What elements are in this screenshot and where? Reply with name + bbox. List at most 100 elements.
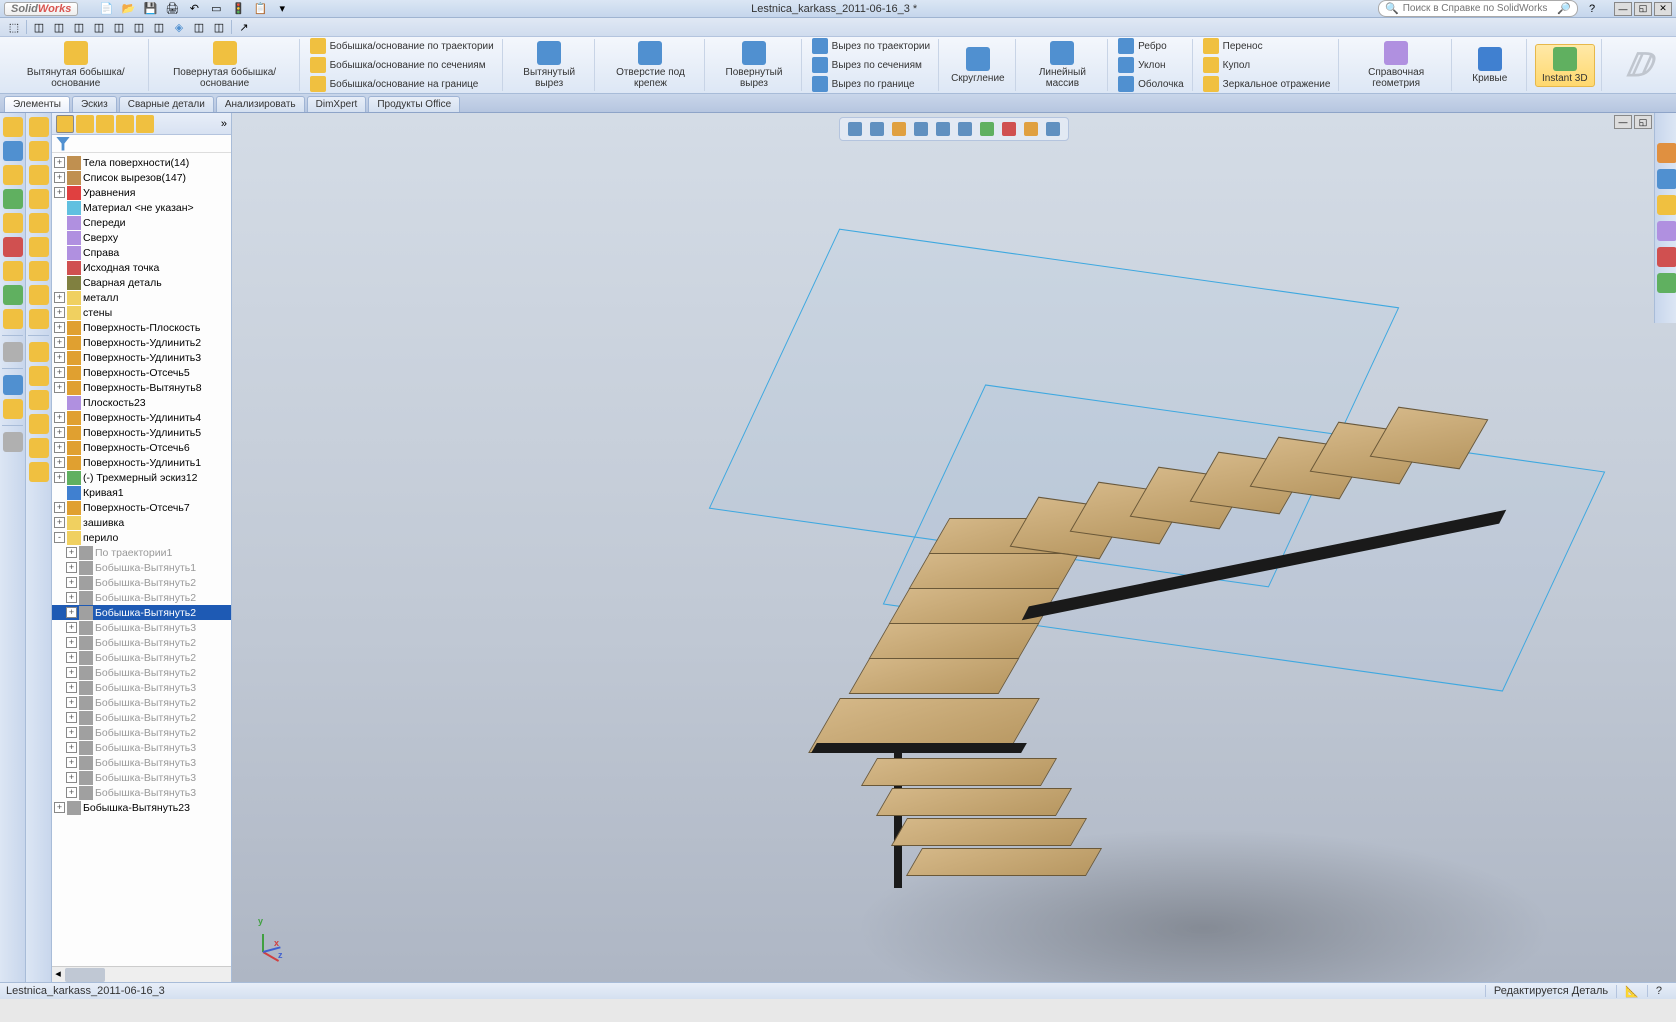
status-custom-icon[interactable]: ? <box>1647 985 1670 997</box>
search-input[interactable] <box>1403 3 1554 14</box>
cube8-icon[interactable]: ◫ <box>191 19 207 35</box>
taskpane-view-palette-icon[interactable] <box>1657 221 1676 241</box>
rail-icon[interactable] <box>3 342 23 362</box>
tree-expander[interactable]: + <box>66 562 77 573</box>
help-search[interactable]: 🔍 🔎 <box>1378 0 1578 17</box>
rail-icon[interactable] <box>3 309 23 329</box>
section-icon[interactable] <box>912 120 930 138</box>
tree-expander[interactable]: + <box>66 697 77 708</box>
tree-item[interactable]: +Бобышка-Вытянуть2 <box>52 635 231 650</box>
tree-item[interactable]: Исходная точка <box>52 260 231 275</box>
tree-expander[interactable]: + <box>66 652 77 663</box>
fillet-button[interactable]: Скругление <box>947 45 1009 86</box>
help-button[interactable]: ? <box>1584 1 1600 17</box>
tree-expander[interactable]: + <box>54 502 65 513</box>
tree-expander[interactable]: + <box>54 307 65 318</box>
tree-expander[interactable]: + <box>54 172 65 183</box>
3d-viewport[interactable]: — ◱ ✕ <box>232 113 1676 982</box>
tree-item[interactable]: +Поверхность-Удлинить5 <box>52 425 231 440</box>
doc-restore-button[interactable]: ◱ <box>1634 115 1652 129</box>
instant-3d-button[interactable]: Instant 3D <box>1535 44 1595 87</box>
tree-item[interactable]: +Поверхность-Удлинить2 <box>52 335 231 350</box>
orient-icon[interactable]: ⬚ <box>6 19 22 35</box>
tree-item[interactable]: +Бобышка-Вытянуть3 <box>52 620 231 635</box>
cube4-icon[interactable]: ◫ <box>91 19 107 35</box>
swept-boss-button[interactable]: Бобышка/основание по траектории <box>308 37 496 55</box>
extrude-cut-button[interactable]: Вытянутый вырез <box>511 39 588 91</box>
tree-item[interactable]: +Бобышка-Вытянуть2 <box>52 725 231 740</box>
hide-show-icon[interactable] <box>978 120 996 138</box>
revolve-cut-button[interactable]: Повернутый вырез <box>713 39 794 91</box>
ref-geometry-button[interactable]: Справочная геометрия <box>1347 39 1444 91</box>
swept-cut-button[interactable]: Вырез по траектории <box>810 37 932 55</box>
tree-item[interactable]: +Бобышка-Вытянуть2 <box>52 665 231 680</box>
rail-icon[interactable] <box>29 414 49 434</box>
doc-minimize-button[interactable]: — <box>1614 115 1632 129</box>
tree-tab-feature-icon[interactable] <box>56 115 74 133</box>
tree-tab-property-icon[interactable] <box>76 115 94 133</box>
revolve-boss-button[interactable]: Повернутая бобышка/основание <box>157 39 293 91</box>
tree-expand-icon[interactable]: » <box>221 118 227 130</box>
tab-features[interactable]: Элементы <box>4 96 70 112</box>
tree-item[interactable]: +Тела поверхности(14) <box>52 155 231 170</box>
linear-pattern-button[interactable]: Линейный массив <box>1024 39 1102 91</box>
tab-sketch[interactable]: Эскиз <box>72 96 117 112</box>
tree-item[interactable]: Кривая1 <box>52 485 231 500</box>
cube5-icon[interactable]: ◫ <box>111 19 127 35</box>
tree-expander[interactable]: + <box>66 727 77 738</box>
tree-expander[interactable]: + <box>66 547 77 558</box>
tree-item[interactable]: Справа <box>52 245 231 260</box>
tree-item[interactable]: Материал <не указан> <box>52 200 231 215</box>
tree-item[interactable]: +Бобышка-Вытянуть3 <box>52 770 231 785</box>
tree-item[interactable]: +Бобышка-Вытянуть2 <box>52 650 231 665</box>
tree-item[interactable]: +металл <box>52 290 231 305</box>
tree-item[interactable]: +Бобышка-Вытянуть3 <box>52 680 231 695</box>
tab-office[interactable]: Продукты Office <box>368 96 460 112</box>
undo-button[interactable]: ↶ <box>186 1 202 17</box>
tab-dimxpert[interactable]: DimXpert <box>307 96 367 112</box>
cube6-icon[interactable]: ◫ <box>131 19 147 35</box>
rail-icon[interactable] <box>3 399 23 419</box>
options-button[interactable]: 📋 <box>252 1 268 17</box>
shell-button[interactable]: Оболочка <box>1116 75 1186 93</box>
close-button[interactable]: ✕ <box>1654 2 1672 16</box>
cube9-icon[interactable]: ◫ <box>211 19 227 35</box>
tree-expander[interactable]: + <box>54 187 65 198</box>
status-unit-icon[interactable]: 📐 <box>1616 985 1647 998</box>
tree-expander[interactable]: + <box>54 352 65 363</box>
mirror-button[interactable]: Зеркальное отражение <box>1201 75 1333 93</box>
tree-tab-dimxpert-icon[interactable] <box>116 115 134 133</box>
rail-icon[interactable] <box>29 462 49 482</box>
tree-expander[interactable]: + <box>54 457 65 468</box>
rail-icon[interactable] <box>29 261 49 281</box>
rail-icon[interactable] <box>29 285 49 305</box>
open-button[interactable]: 📂 <box>120 1 136 17</box>
tree-tab-config-icon[interactable] <box>96 115 114 133</box>
extrude-boss-button[interactable]: Вытянутая бобышка/основание <box>10 39 142 91</box>
tree-item[interactable]: +Поверхность-Отсечь6 <box>52 440 231 455</box>
rail-icon[interactable] <box>3 432 23 452</box>
tree-item[interactable]: +Поверхность-Отсечь5 <box>52 365 231 380</box>
rail-icon[interactable] <box>29 189 49 209</box>
hole-wizard-button[interactable]: Отверстие под крепеж <box>603 39 699 91</box>
tree-item[interactable]: +По траектории1 <box>52 545 231 560</box>
loft-cut-button[interactable]: Вырез по сечениям <box>810 56 932 74</box>
tree-expander[interactable]: + <box>54 427 65 438</box>
cube2-icon[interactable]: ◫ <box>51 19 67 35</box>
wrap-button[interactable]: Перенос <box>1201 37 1333 55</box>
search-go-icon[interactable]: 🔎 <box>1557 2 1571 15</box>
cube7-icon[interactable]: ◫ <box>151 19 167 35</box>
tree-filter[interactable] <box>52 135 231 153</box>
tree-item[interactable]: +Поверхность-Отсечь7 <box>52 500 231 515</box>
view-orient-icon[interactable] <box>934 120 952 138</box>
boundary-cut-button[interactable]: Вырез по границе <box>810 75 932 93</box>
tree-expander[interactable]: + <box>54 337 65 348</box>
tree-item[interactable]: +Уравнения <box>52 185 231 200</box>
new-doc-button[interactable]: 📄 <box>98 1 114 17</box>
boundary-boss-button[interactable]: Бобышка/основание на границе <box>308 75 496 93</box>
cube1-icon[interactable]: ◫ <box>31 19 47 35</box>
tree-item[interactable]: +Бобышка-Вытянуть3 <box>52 740 231 755</box>
tab-evaluate[interactable]: Анализировать <box>216 96 305 112</box>
tree-expander[interactable]: + <box>66 637 77 648</box>
tree-expander[interactable]: + <box>66 787 77 798</box>
